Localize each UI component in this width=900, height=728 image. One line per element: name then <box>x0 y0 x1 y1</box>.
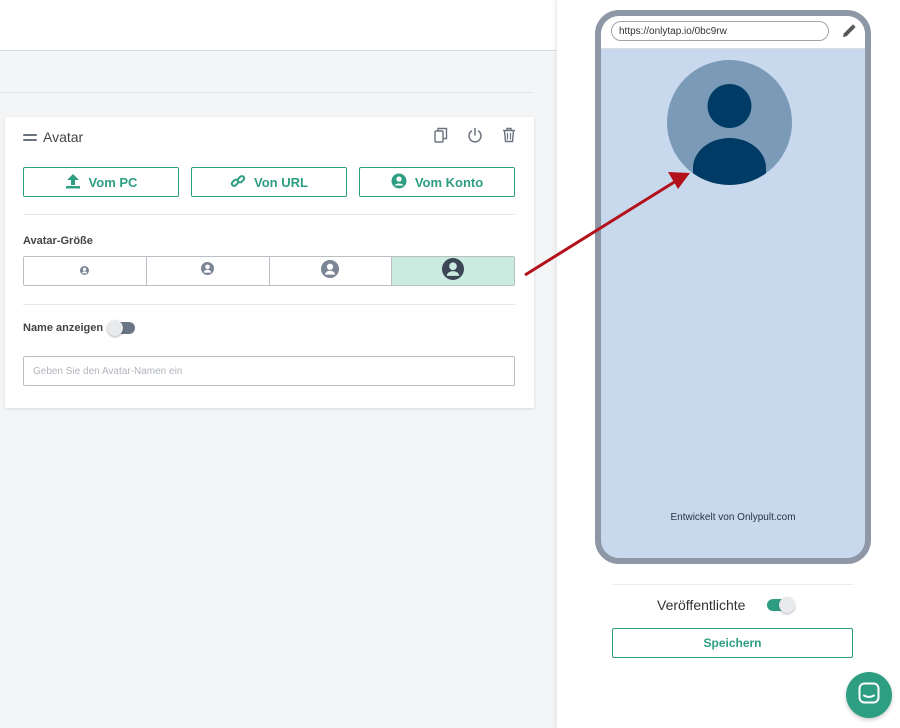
card-divider <box>23 304 515 305</box>
url-bar: https://onlytap.io/0bc9rw <box>601 16 865 49</box>
avatar-source-buttons: Vom PC Von URL Vom Konto <box>23 167 515 197</box>
publish-toggle[interactable] <box>767 597 796 613</box>
upload-icon <box>65 173 81 192</box>
card-header: Avatar <box>23 129 83 145</box>
from-url-label: Von URL <box>254 174 308 190</box>
url-field[interactable]: https://onlytap.io/0bc9rw <box>611 21 829 41</box>
chat-icon <box>858 682 880 709</box>
user-icon <box>693 84 766 185</box>
link-icon <box>230 173 246 192</box>
chat-button[interactable] <box>846 672 892 718</box>
save-button[interactable]: Speichern <box>612 628 853 658</box>
card-divider <box>23 214 515 215</box>
size-option-l[interactable] <box>392 257 514 285</box>
from-account-button[interactable]: Vom Konto <box>359 167 515 197</box>
power-icon[interactable] <box>466 126 484 144</box>
size-option-s[interactable] <box>146 257 270 285</box>
from-pc-button[interactable]: Vom PC <box>23 167 179 197</box>
user-icon <box>201 262 215 280</box>
from-account-label: Vom Konto <box>414 174 484 190</box>
user-icon <box>80 262 90 280</box>
avatar-name-input[interactable] <box>23 356 515 386</box>
avatar-block-card: Avatar Vom PC Von URL Vom Konto Avatar-G… <box>5 117 534 408</box>
pencil-icon[interactable] <box>841 23 857 39</box>
drag-handle-icon[interactable] <box>23 133 37 141</box>
section-divider <box>0 92 533 93</box>
user-icon <box>321 259 340 283</box>
phone-preview: https://onlytap.io/0bc9rw Entwickelt von… <box>595 10 871 564</box>
from-url-button[interactable]: Von URL <box>191 167 347 197</box>
panel-divider <box>613 584 853 585</box>
user-icon <box>442 257 465 285</box>
publish-row: Veröffentlichte <box>657 597 796 613</box>
show-name-row: Name anzeigen <box>23 320 136 336</box>
card-actions <box>432 126 518 144</box>
size-option-m[interactable] <box>269 257 393 285</box>
publish-label: Veröffentlichte <box>657 597 746 613</box>
card-title: Avatar <box>43 129 84 145</box>
show-name-label: Name anzeigen <box>23 322 104 334</box>
avatar-size-label: Avatar-Größe <box>23 235 93 247</box>
avatar-size-selector <box>23 256 515 286</box>
copy-icon[interactable] <box>432 126 450 144</box>
avatar-preview <box>667 60 792 185</box>
preview-panel: https://onlytap.io/0bc9rw Entwickelt von… <box>557 0 900 728</box>
size-option-xs[interactable] <box>24 257 147 285</box>
account-icon <box>391 173 407 192</box>
show-name-toggle[interactable] <box>107 320 136 336</box>
trash-icon[interactable] <box>500 126 518 144</box>
top-bar <box>0 0 556 51</box>
from-pc-label: Vom PC <box>88 174 138 190</box>
phone-footer: Entwickelt von Onlypult.com <box>670 512 796 523</box>
